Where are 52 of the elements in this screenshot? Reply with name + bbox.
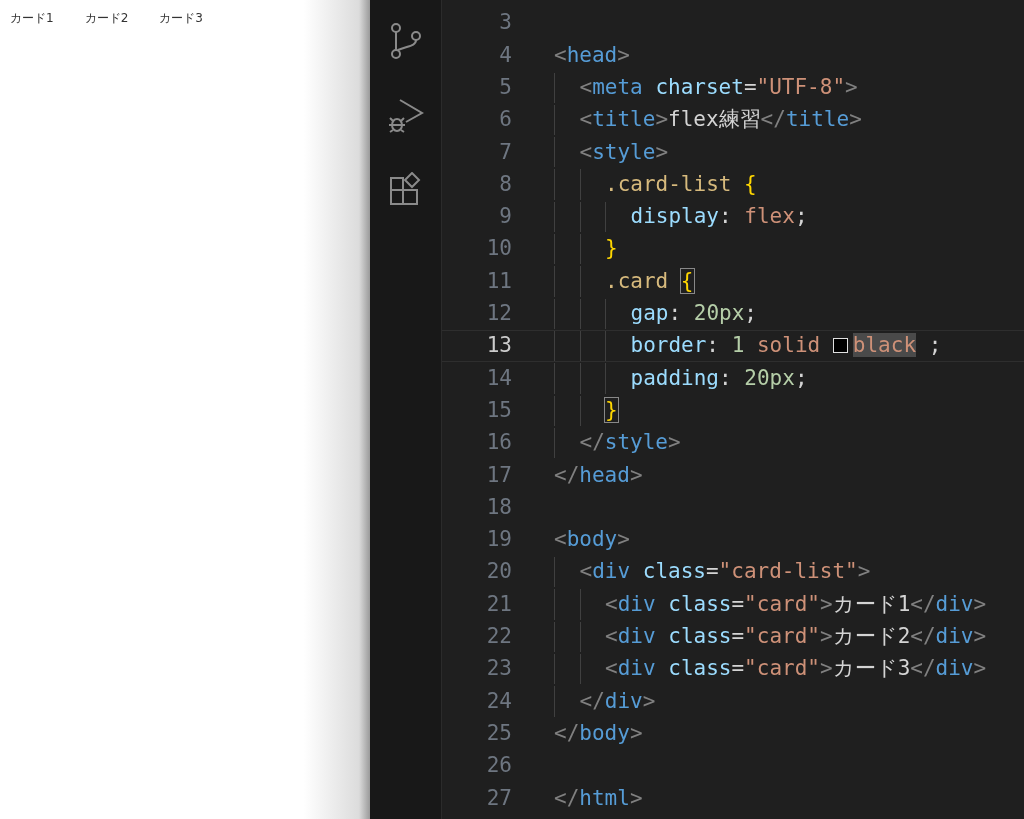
code-line: } <box>605 235 618 263</box>
line-number: 15 <box>485 396 512 424</box>
line-number: 10 <box>485 235 512 263</box>
line-number: 3 <box>498 9 512 37</box>
code-line: </style> <box>579 429 681 457</box>
code-line: </head> <box>554 461 643 489</box>
line-number: 27 <box>485 784 512 812</box>
line-number: 24 <box>485 687 512 715</box>
line-number: 20 <box>485 558 512 586</box>
code-line: <div class="card">カード2</div> <box>605 623 987 651</box>
line-number: 13 <box>485 332 512 360</box>
line-number: 11 <box>485 267 512 295</box>
code-line: <div class="card-list"> <box>579 558 871 586</box>
source-control-icon[interactable] <box>388 22 423 60</box>
code-line: <style> <box>579 138 669 166</box>
code-line: .card { <box>605 267 694 295</box>
code-line: </html> <box>554 784 643 812</box>
card-text: カード3 <box>159 10 203 26</box>
line-number: 16 <box>485 429 512 457</box>
code-line: <title>flex練習</title> <box>579 106 862 134</box>
line-number: 9 <box>498 203 512 231</box>
line-number: 23 <box>485 655 512 683</box>
line-number: 19 <box>485 526 512 554</box>
code-line: gap: 20px; <box>630 300 757 328</box>
code-line: <meta charset="UTF-8"> <box>579 74 858 101</box>
line-number: 17 <box>485 461 512 489</box>
code-line: <head> <box>554 41 630 69</box>
line-number: 26 <box>485 752 512 780</box>
line-number: 21 <box>485 590 512 618</box>
line-number: 4 <box>498 41 512 69</box>
line-number: 6 <box>498 106 512 134</box>
line-number: 14 <box>485 364 512 392</box>
line-number: 7 <box>498 138 512 166</box>
code-line: padding: 20px; <box>630 364 808 392</box>
code-line: } <box>605 396 618 424</box>
code-line: </div> <box>579 687 656 715</box>
extensions-icon[interactable] <box>388 172 423 206</box>
code-line: <div class="card">カード3</div> <box>605 655 987 683</box>
line-number: 5 <box>498 74 512 101</box>
line-number: 8 <box>498 170 512 198</box>
line-number: 18 <box>485 493 512 521</box>
code-line: <body> <box>554 526 630 554</box>
code-line: display: flex; <box>630 203 808 231</box>
code-line: .card-list { <box>605 170 757 198</box>
card-text: カード2 <box>84 10 129 26</box>
line-number: 12 <box>485 300 512 328</box>
code-line: <div class="card">カード1</div> <box>605 590 987 618</box>
line-number: 22 <box>485 623 512 651</box>
line-number: 25 <box>485 719 512 747</box>
code-line: </body> <box>554 719 643 747</box>
card-text: カード1 <box>10 10 54 26</box>
code-line: border: 1 solid black ; <box>630 332 942 360</box>
